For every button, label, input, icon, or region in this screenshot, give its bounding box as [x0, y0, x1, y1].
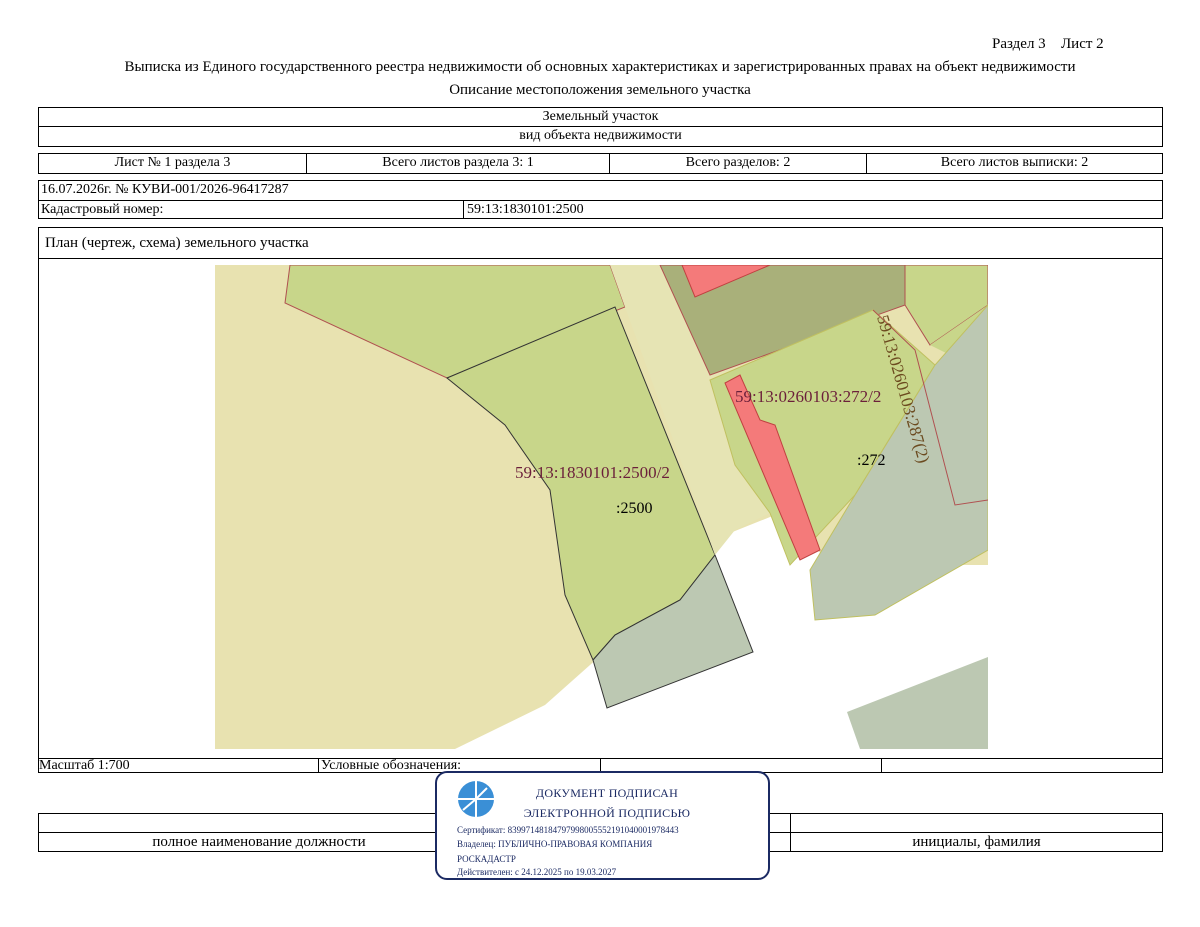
- stamp-line2: ЭЛЕКТРОННОЙ ПОДПИСЬЮ: [523, 806, 691, 820]
- cadastral-value: 59:13:1830101:2500: [467, 202, 584, 217]
- cadastral-map: 59:13:1830101:2500/2 :2500 59:13:0260103…: [215, 265, 988, 749]
- stamp-owner: Владелец: ПУБЛИЧНО-ПРАВОВАЯ КОМПАНИЯ: [457, 839, 653, 849]
- name-caption: инициалы, фамилия: [912, 834, 1041, 850]
- stamp-owner2: РОСКАДАСТР: [457, 854, 516, 864]
- position-caption: полное наименование должности: [152, 834, 366, 850]
- record-box: 16.07.2026г. № КУВИ-001/2026-96417287 Ка…: [38, 180, 1163, 219]
- document-title: Выписка из Единого государственного реес…: [124, 59, 1076, 75]
- object-name: Земельный участок: [542, 109, 659, 124]
- electronic-signature-stamp: ДОКУМЕНТ ПОДПИСАН ЭЛЕКТРОННОЙ ПОДПИСЬЮ С…: [435, 771, 770, 880]
- total-sheets-extract: Всего листов выписки: 2: [940, 155, 1089, 170]
- object-kind-caption: вид объекта недвижимости: [519, 128, 682, 143]
- stamp-validity: Действителен: с 24.12.2025 по 19.03.2027: [457, 867, 617, 877]
- legend-label: Условные обозначения:: [321, 758, 462, 773]
- document-subtitle: Описание местоположения земельного участ…: [449, 82, 751, 98]
- total-sections: Всего разделов: 2: [685, 155, 791, 170]
- section-label: Раздел 3: [992, 36, 1046, 52]
- cadastral-label: Кадастровый номер:: [41, 202, 164, 217]
- stamp-line1: ДОКУМЕНТ ПОДПИСАН: [535, 786, 679, 800]
- object-type-box: Земельный участок вид объекта недвижимос…: [38, 107, 1163, 147]
- main-parcel-short-label: :2500: [616, 500, 652, 517]
- main-parcel-label: 59:13:1830101:2500/2: [515, 463, 670, 482]
- scale-label: Масштаб 1:700: [39, 758, 130, 773]
- total-sheets-section: Всего листов раздела 3: 1: [382, 155, 534, 170]
- stamp-certificate: Сертификат: 8399714818479799800555219104…: [457, 825, 679, 835]
- neighbor-short-label: :272: [857, 452, 885, 469]
- plan-heading: План (чертеж, схема) земельного участка: [45, 235, 309, 251]
- record-date-number: 16.07.2026г. № КУВИ-001/2026-96417287: [41, 182, 289, 197]
- sheet-number: Лист № 1 раздела 3: [114, 155, 231, 170]
- neighbor-parcel-label: 59:13:0260103:272/2: [735, 387, 881, 406]
- sheet-label: Лист 2: [1061, 36, 1104, 52]
- sheets-row: Лист № 1 раздела 3 Всего листов раздела …: [38, 153, 1163, 174]
